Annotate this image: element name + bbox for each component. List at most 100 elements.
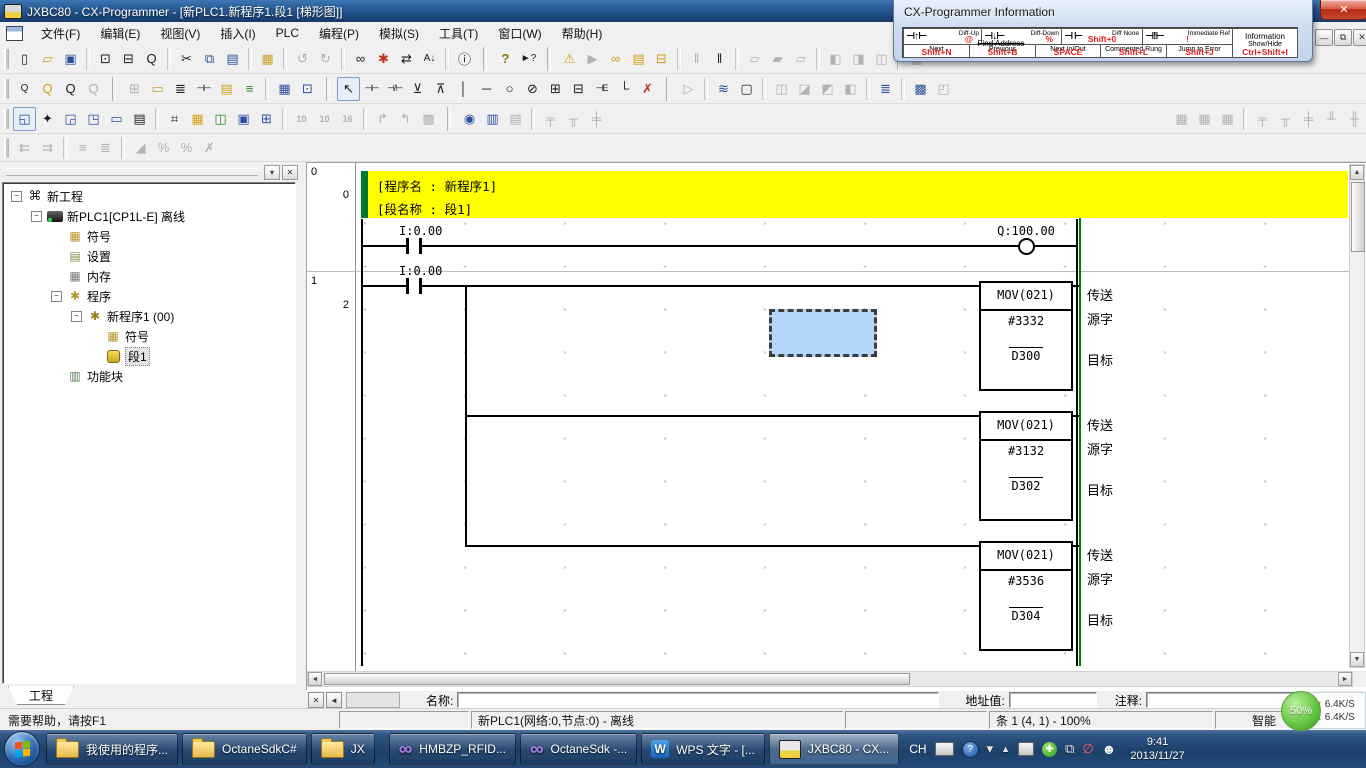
plc-online-icon[interactable]: ◉ [458, 107, 481, 131]
zoom-tool-icon[interactable]: Q [13, 77, 36, 101]
rung-comment-banner[interactable]: [程序名 : 新程序1] [段名称 : 段1] [368, 171, 1348, 218]
context-help-icon[interactable]: ►? [517, 47, 540, 71]
taskbar-button-cx-programmer[interactable]: JXBC80 - CX... [769, 733, 899, 765]
global-symbols-icon[interactable]: ▦ [186, 107, 209, 131]
plc-program-icon[interactable]: ▤ [504, 107, 527, 131]
find-warning-icon[interactable]: ∞ [604, 47, 627, 71]
contact-nc-icon[interactable]: ⊣/⊢ [383, 77, 406, 101]
diff-clear-tool-icon[interactable]: ╫ [1343, 107, 1366, 131]
tree-item-settings[interactable]: ▤ 设置 [3, 246, 295, 266]
diff-down-tool-icon[interactable]: ╥ [1274, 107, 1297, 131]
show-hidden-icons[interactable]: ▲ [1001, 744, 1010, 754]
tree-item-funcblocks[interactable]: ▥ 功能块 [3, 366, 295, 386]
compile-plc-icon[interactable]: ▶ [581, 47, 604, 71]
or-contact-no-icon[interactable]: ⊻ [406, 77, 429, 101]
change-model-icon[interactable]: ✱ [372, 47, 395, 71]
destination-operand[interactable]: D300 [981, 349, 1071, 363]
settings-window-icon[interactable]: ▣ [232, 107, 255, 131]
tree-item-plc[interactable]: − 新PLC1[CP1L-E] 离线 [3, 206, 295, 226]
volume-muted-icon[interactable]: ∅ [1082, 741, 1093, 757]
check-program-icon[interactable]: ▤ [627, 47, 650, 71]
taskbar-button-vs2[interactable]: ∞ OctaneSdk -... [520, 733, 637, 765]
online-pause-icon[interactable]: ‖ [685, 47, 708, 71]
output-coil[interactable] [1018, 238, 1035, 255]
browse-icon[interactable]: ▷ [677, 77, 700, 101]
or-contact-nc-icon[interactable]: ⊼ [429, 77, 452, 101]
tree-label-plc[interactable]: 新PLC1[CP1L-E] 离线 [67, 208, 185, 225]
source-operand[interactable]: #3132 [981, 444, 1071, 458]
drag-handle[interactable] [6, 168, 258, 176]
mov-instruction-block[interactable]: MOV(021) #3536 D304 [979, 541, 1073, 651]
paste-rung-icon[interactable]: ▦ [256, 47, 279, 71]
io-monitor-icon[interactable]: ⊣⊢ [192, 77, 215, 101]
hex-display-icon[interactable]: 16 [336, 107, 359, 131]
menu-program[interactable]: 编程(P) [309, 22, 369, 45]
local-symbols-icon[interactable]: ⌗ [163, 107, 186, 131]
data-trace-icon[interactable]: ╪ [585, 107, 608, 131]
contact-operand[interactable]: I:0.00 [399, 224, 442, 238]
rung-comment-icon[interactable]: ▭ [146, 77, 169, 101]
rung-list-icon[interactable]: ≣ [169, 77, 192, 101]
find-icon[interactable]: ∞ [349, 47, 372, 71]
tree-item-symbols[interactable]: ▦ 符号 [3, 226, 295, 246]
tree-label-program1[interactable]: 新程序1 (00) [107, 308, 174, 325]
contact[interactable] [406, 238, 409, 254]
workspace-window-icon[interactable]: ◱ [13, 107, 36, 131]
info-icon[interactable]: ⓘ [453, 47, 476, 71]
monitor-mode-icon[interactable]: ▰ [766, 47, 789, 71]
tree-item-program1[interactable]: − ✱ 新程序1 (00) [3, 306, 295, 326]
instruction-icon[interactable]: ⊣E [590, 77, 613, 101]
menu-edit[interactable]: 编辑(E) [90, 22, 150, 45]
memory-window-icon[interactable]: ⊞ [255, 107, 278, 131]
contact[interactable] [419, 238, 422, 254]
qq-icon[interactable]: ☻ [1102, 741, 1117, 757]
tree-item-section1[interactable]: 段1 [3, 346, 295, 366]
mdi-close-button[interactable]: ✕ [1353, 29, 1366, 46]
fb-parameter-icon[interactable]: ⊟ [567, 77, 590, 101]
contact-operand[interactable]: I:0.00 [399, 264, 442, 278]
paste-icon[interactable]: ▤ [221, 47, 244, 71]
outdent-icon[interactable]: ⇇ [13, 136, 36, 160]
panel-close-button[interactable]: ✕ [282, 165, 298, 180]
scroll-down-button[interactable]: ▼ [1350, 652, 1364, 667]
tree-label-symbols[interactable]: 符号 [87, 228, 111, 245]
send-icon[interactable]: ◧ [824, 47, 847, 71]
tree-label-settings[interactable]: 设置 [87, 248, 111, 265]
symbol-table-icon[interactable]: ▦ [273, 77, 296, 101]
edit-cancel-icon[interactable]: ◪ [793, 77, 816, 101]
tree-label-project[interactable]: 新工程 [47, 188, 83, 205]
grid-toggle-icon[interactable]: ⊞ [123, 77, 146, 101]
collapse-icon[interactable]: − [71, 311, 82, 322]
menu-view[interactable]: 视图(V) [150, 22, 210, 45]
field-close-button[interactable]: ✕ [308, 692, 324, 708]
contact[interactable] [419, 278, 422, 294]
help-icon[interactable]: ? [494, 47, 517, 71]
tab-project[interactable]: 工程 [8, 686, 74, 705]
source-operand[interactable]: #3536 [981, 574, 1071, 588]
mark-slope-icon[interactable]: ◢ [129, 136, 152, 160]
dotted-view-icon[interactable]: ▢ [735, 77, 758, 101]
zoom-region-icon[interactable]: Q [36, 77, 59, 101]
mov-instruction-block[interactable]: MOV(021) #3132 D302 [979, 411, 1073, 521]
window-layout-icon[interactable]: ◰ [932, 77, 955, 101]
copy-icon[interactable]: ⧉ [198, 47, 221, 71]
mark-cancel-icon[interactable]: ✗ [198, 136, 221, 160]
zoom-out-icon[interactable]: Q [82, 77, 105, 101]
plc-monitor-icon[interactable]: ▥ [481, 107, 504, 131]
desktop-toolbar-icon[interactable]: ▾ [987, 741, 994, 757]
collapse-icon[interactable]: − [31, 211, 42, 222]
find-window-icon[interactable]: ◳ [82, 107, 105, 131]
taskbar-button-folder1[interactable]: 我使用的程序... [46, 733, 178, 765]
input-method-icon[interactable] [1018, 742, 1034, 756]
keyboard-icon[interactable] [935, 742, 954, 756]
menu-tools[interactable]: 工具(T) [429, 22, 488, 45]
mov-instruction-block[interactable]: MOV(021) #3332 D300 [979, 281, 1073, 391]
select-tool-icon[interactable]: ↖ [337, 77, 360, 101]
watch-window-icon[interactable]: ◲ [59, 107, 82, 131]
redo-icon[interactable]: ↻ [314, 47, 337, 71]
pause-icon[interactable]: ‖ [708, 47, 731, 71]
edit-set-icon[interactable]: ◩ [816, 77, 839, 101]
menu-help[interactable]: 帮助(H) [552, 22, 613, 45]
open-file-icon[interactable]: ▱ [36, 47, 59, 71]
print-preview-icon[interactable]: Q [140, 47, 163, 71]
